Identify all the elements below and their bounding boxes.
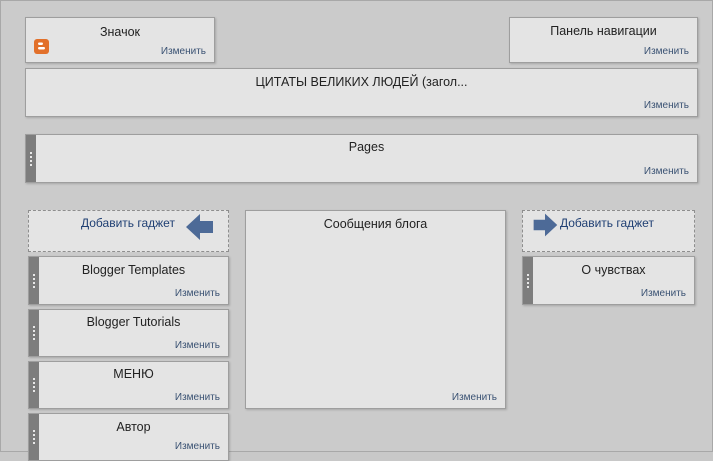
drag-dots-icon	[30, 151, 32, 166]
blog-posts-gadget[interactable]: Сообщения блога Изменить	[245, 210, 506, 409]
blog-posts-title: Сообщения блога	[323, 217, 428, 231]
gadget-edit-link[interactable]: Изменить	[175, 392, 220, 403]
gadget-title: Автор	[116, 420, 151, 434]
pages-edit-link[interactable]: Изменить	[644, 166, 689, 177]
favicon-gadget-title: Значок	[99, 25, 141, 39]
drag-dots-icon	[33, 273, 35, 288]
arrow-left-icon	[186, 214, 213, 240]
left-gadget-menu[interactable]: МЕНЮ Изменить	[28, 361, 229, 409]
header-edit-link[interactable]: Изменить	[644, 100, 689, 111]
favicon-edit-link[interactable]: Изменить	[161, 46, 206, 57]
drag-dots-icon	[33, 378, 35, 392]
navbar-edit-link[interactable]: Изменить	[644, 46, 689, 57]
drag-handle[interactable]	[29, 310, 39, 356]
gadget-edit-link[interactable]: Изменить	[175, 288, 220, 299]
drag-handle[interactable]	[523, 257, 533, 304]
drag-dots-icon	[527, 273, 529, 288]
blog-posts-edit-link[interactable]: Изменить	[452, 392, 497, 403]
left-gadget-blogger-templates[interactable]: Blogger Templates Изменить	[28, 256, 229, 305]
header-gadget[interactable]: ЦИТАТЫ ВЕЛИКИХ ЛЮДЕЙ (загол... Изменить	[25, 68, 698, 117]
favicon-gadget[interactable]: Значок Изменить	[25, 17, 215, 63]
drag-dots-icon	[33, 430, 35, 444]
left-add-gadget-box[interactable]: Добавить гаджет	[28, 210, 229, 252]
pages-gadget-title: Pages	[348, 140, 385, 154]
gadget-edit-link[interactable]: Изменить	[175, 441, 220, 452]
drag-handle[interactable]	[29, 257, 39, 304]
gadget-title: Blogger Templates	[81, 263, 186, 277]
gadget-edit-link[interactable]: Изменить	[175, 340, 220, 351]
left-add-gadget-link[interactable]: Добавить гаджет	[81, 216, 175, 230]
pages-gadget[interactable]: Pages Изменить	[25, 134, 698, 183]
gadget-title: О чувствах	[581, 263, 646, 277]
gadget-title: Blogger Tutorials	[86, 315, 181, 329]
navbar-gadget[interactable]: Панель навигации Изменить	[509, 17, 698, 63]
right-add-gadget-link[interactable]: Добавить гаджет	[560, 216, 654, 230]
right-add-gadget-box[interactable]: Добавить гаджет	[522, 210, 695, 252]
gadget-title: МЕНЮ	[113, 367, 154, 381]
left-gadget-author[interactable]: Автор Изменить	[28, 413, 229, 461]
navbar-gadget-title: Панель навигации	[550, 24, 657, 38]
drag-dots-icon	[33, 326, 35, 340]
gadget-edit-link[interactable]: Изменить	[641, 288, 686, 299]
header-gadget-title: ЦИТАТЫ ВЕЛИКИХ ЛЮДЕЙ (загол...	[255, 75, 468, 89]
drag-handle[interactable]	[26, 135, 36, 182]
right-gadget-feelings[interactable]: О чувствах Изменить	[522, 256, 695, 305]
arrow-right-icon	[533, 213, 558, 237]
layout-editor-canvas: Значок Изменить Панель навигации Изменит…	[0, 0, 713, 461]
blogger-icon	[34, 39, 49, 54]
left-gadget-blogger-tutorials[interactable]: Blogger Tutorials Изменить	[28, 309, 229, 357]
drag-handle[interactable]	[29, 362, 39, 408]
drag-handle[interactable]	[29, 414, 39, 460]
